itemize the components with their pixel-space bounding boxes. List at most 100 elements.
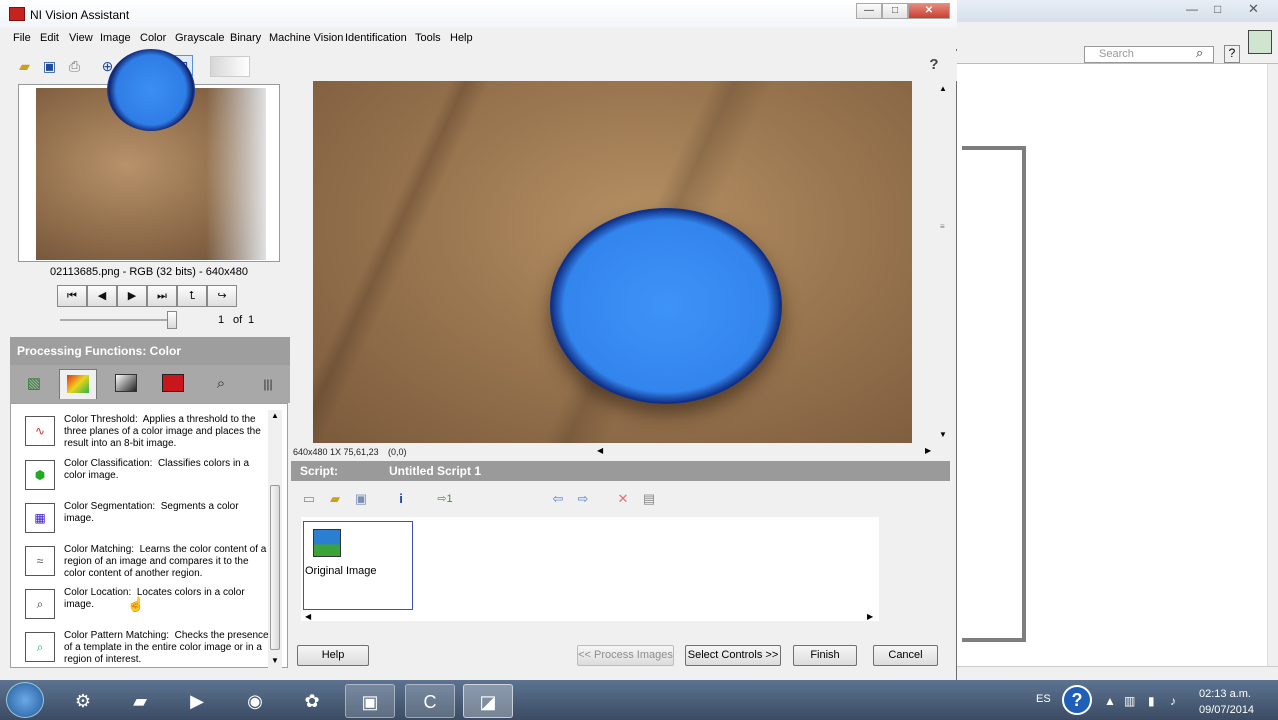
- title-bar[interactable]: [0, 0, 957, 28]
- close-button[interactable]: ✕: [908, 3, 950, 19]
- background-window[interactable]: — □ ✕ Search ⌕ ?: [955, 0, 1278, 680]
- scroll-right-icon[interactable]: ▶: [867, 612, 873, 621]
- labview-icon[interactable]: ✿: [287, 684, 337, 718]
- next-image-button[interactable]: ▶: [117, 285, 147, 307]
- media-player-icon[interactable]: ▶: [172, 684, 222, 718]
- clock-date[interactable]: 09/07/2014: [1199, 704, 1254, 716]
- menu-image[interactable]: Image: [100, 32, 131, 44]
- function-title: Color Segmentation:: [64, 501, 156, 512]
- menu-help[interactable]: Help: [450, 32, 473, 44]
- file-explorer-icon[interactable]: ▰: [115, 684, 165, 718]
- print-icon[interactable]: ⎙: [64, 55, 85, 76]
- function-color-matching[interactable]: ≈ Color Matching: Learns the color conte…: [16, 544, 266, 584]
- process-images-button[interactable]: << Process Images: [577, 645, 674, 666]
- function-color-pattern-matching[interactable]: ⌕ Color Pattern Matching: Checks the pre…: [16, 630, 269, 668]
- background-window-titlebar[interactable]: [956, 0, 1278, 22]
- show-hidden-icons[interactable]: ▲: [1104, 694, 1116, 708]
- color-segmentation-icon: ▦: [25, 503, 55, 533]
- bg-help-icon[interactable]: ?: [1224, 45, 1240, 63]
- scroll-left-icon[interactable]: ◀: [305, 612, 311, 621]
- network-icon[interactable]: ▥: [1124, 694, 1135, 708]
- bg-minimize-button[interactable]: —: [1186, 2, 1198, 16]
- scroll-up-icon[interactable]: ▲: [939, 84, 947, 93]
- bg-horizontal-scrollbar[interactable]: [956, 666, 1278, 680]
- image-category-icon[interactable]: ▧: [15, 369, 53, 399]
- color-category-icon[interactable]: [59, 369, 97, 399]
- bg-front-panel-frame: [962, 146, 1026, 642]
- video-app-icon[interactable]: ▣: [345, 684, 395, 718]
- open-icon[interactable]: ▰: [14, 55, 35, 76]
- search-icon[interactable]: ⌕: [1196, 45, 1203, 61]
- maximize-button[interactable]: □: [882, 3, 908, 19]
- open-script-icon[interactable]: ▰: [324, 489, 346, 509]
- script-horizontal-scrollbar[interactable]: ◀ ▶: [303, 612, 879, 624]
- select-controls-button[interactable]: Select Controls >>: [685, 645, 781, 666]
- clock-time[interactable]: 02:13 a.m.: [1199, 688, 1251, 700]
- bg-search-input[interactable]: Search: [1084, 46, 1214, 63]
- close-image-button[interactable]: ⮤: [177, 285, 207, 307]
- menu-color[interactable]: Color: [140, 32, 166, 44]
- save-script-icon[interactable]: ▣: [350, 489, 372, 509]
- move-right-icon[interactable]: ⇨: [572, 489, 594, 509]
- menu-view[interactable]: View: [69, 32, 93, 44]
- help-button[interactable]: Help: [297, 645, 369, 666]
- image-index-total: 1: [248, 314, 255, 326]
- scroll-down-icon[interactable]: ▼: [939, 430, 947, 439]
- zoom-gradient-bar[interactable]: [210, 56, 250, 77]
- bg-maximize-button[interactable]: □: [1214, 2, 1221, 16]
- menu-edit[interactable]: Edit: [40, 32, 59, 44]
- function-list-scroll-thumb[interactable]: [270, 485, 280, 650]
- scroll-down-icon[interactable]: ▼: [271, 656, 279, 665]
- menu-grayscale[interactable]: Grayscale: [175, 32, 225, 44]
- image-index-current: 1: [218, 314, 225, 326]
- language-indicator[interactable]: ES: [1036, 693, 1051, 705]
- function-color-threshold[interactable]: ∿ Color Threshold: Applies a threshold t…: [16, 414, 261, 456]
- image-scroll-left-icon[interactable]: ◀: [597, 446, 603, 455]
- start-button[interactable]: [6, 682, 44, 718]
- previous-image-button[interactable]: ◀: [87, 285, 117, 307]
- help-tray-icon[interactable]: ?: [1062, 685, 1092, 715]
- finish-button[interactable]: Finish: [793, 645, 857, 666]
- menu-binary[interactable]: Binary: [230, 32, 261, 44]
- open-image-button[interactable]: ↪: [207, 285, 237, 307]
- machine-vision-category-icon[interactable]: ⌕: [202, 369, 240, 399]
- image-slider-track[interactable]: [60, 319, 176, 321]
- new-script-icon[interactable]: ▭: [298, 489, 320, 509]
- scroll-grip-icon[interactable]: ≡: [940, 222, 945, 231]
- function-color-classification[interactable]: ⬢ Color Classification: Classifies color…: [16, 458, 256, 498]
- toolbox-app-icon[interactable]: ⚙: [58, 684, 108, 718]
- context-help-icon[interactable]: ?: [925, 56, 943, 76]
- menu-tools[interactable]: Tools: [415, 32, 441, 44]
- script-label: Script:: [300, 464, 339, 478]
- scroll-up-icon[interactable]: ▲: [271, 411, 279, 420]
- cancel-button[interactable]: Cancel: [873, 645, 938, 666]
- menu-file[interactable]: File: [13, 32, 31, 44]
- last-image-button[interactable]: ⏭: [147, 285, 177, 307]
- move-left-icon[interactable]: ⇦: [547, 489, 569, 509]
- image-vertical-scrollbar[interactable]: ▲ ≡ ▼: [937, 82, 950, 442]
- binary-category-icon[interactable]: [154, 369, 192, 399]
- function-title: Color Threshold:: [64, 414, 138, 425]
- identification-category-icon[interactable]: |||: [249, 369, 287, 399]
- function-title: Color Matching:: [64, 544, 135, 555]
- script-info-icon[interactable]: i: [390, 489, 412, 509]
- bg-vertical-scrollbar[interactable]: [1267, 64, 1278, 666]
- signal-icon[interactable]: ▮: [1148, 694, 1155, 708]
- minimize-button[interactable]: —: [856, 3, 882, 19]
- delete-step-icon[interactable]: ✕: [612, 489, 634, 509]
- run-once-icon[interactable]: ⇨1: [430, 489, 460, 509]
- bg-close-button[interactable]: ✕: [1248, 1, 1259, 17]
- image-scroll-right-icon[interactable]: ▶: [925, 446, 931, 455]
- first-image-button[interactable]: ⏮: [57, 285, 87, 307]
- camtasia-icon[interactable]: C: [405, 684, 455, 718]
- menu-identification[interactable]: Identification: [345, 32, 407, 44]
- volume-icon[interactable]: ♪: [1170, 694, 1176, 708]
- function-color-segmentation[interactable]: ▦ Color Segmentation: Segments a color i…: [16, 501, 256, 541]
- image-slider-handle[interactable]: [167, 311, 177, 329]
- performance-meter-icon[interactable]: ▤: [638, 489, 660, 509]
- menu-machine-vision[interactable]: Machine Vision: [269, 32, 343, 44]
- vision-assistant-taskbar-icon[interactable]: ◪: [463, 684, 513, 718]
- save-icon[interactable]: ▣: [39, 55, 60, 76]
- chrome-icon[interactable]: ◉: [230, 684, 280, 718]
- grayscale-category-icon[interactable]: [107, 369, 145, 399]
